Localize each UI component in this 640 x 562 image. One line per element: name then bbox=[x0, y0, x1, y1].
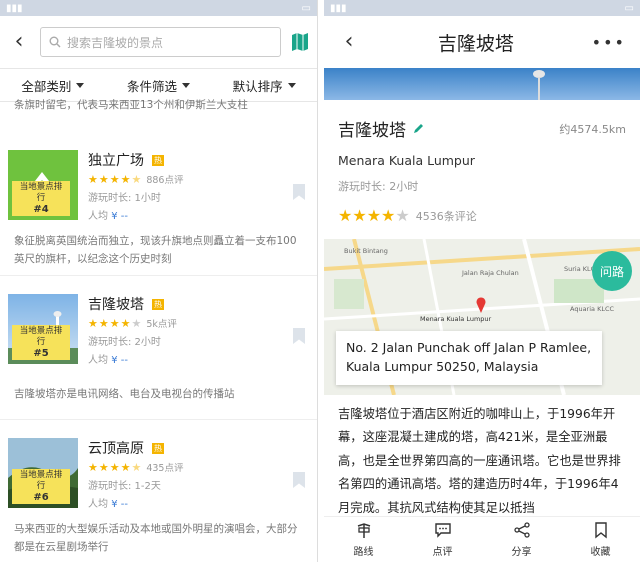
list-item[interactable]: 当地景点排行 #5 吉隆坡塔热 ★★★★★ 5k点评 游玩时长: 2小时 人均 ¥ … bbox=[0, 282, 317, 368]
back-icon[interactable]: ‹ bbox=[8, 31, 30, 53]
hot-badge: 热 bbox=[152, 442, 164, 454]
rank-badge: 当地景点排行 #4 bbox=[12, 181, 70, 216]
location-pin-icon bbox=[476, 297, 486, 313]
duration: 游玩时长: 1-2天 bbox=[88, 481, 161, 492]
status-bar: ▮▮▮ ▭ bbox=[0, 0, 317, 16]
filter-conditions[interactable]: 条件筛选 bbox=[127, 76, 190, 95]
duration: 游玩时长: 2小时 bbox=[338, 180, 419, 193]
rank-badge: 当地景点排行 #5 bbox=[12, 325, 70, 360]
price: 人均 ¥ -- bbox=[88, 499, 128, 510]
review-count: 4536条评论 bbox=[415, 209, 477, 223]
header-title: 吉隆坡塔 bbox=[437, 32, 514, 55]
map-label: Aquaria KLCC bbox=[570, 305, 615, 313]
tower-image bbox=[533, 70, 545, 100]
share-icon bbox=[513, 522, 530, 538]
attraction-name: 云顶高原 bbox=[88, 441, 144, 457]
attraction-description: 吉隆坡塔位于酒店区附近的咖啡山上，于1996年开幕，这座混凝土建成的塔，高421… bbox=[338, 407, 621, 515]
list-header: ‹ 搜索吉隆坡的景点 bbox=[0, 16, 317, 68]
tab-review[interactable]: 点评 bbox=[433, 521, 453, 558]
star-rating: ★★★★★ 435点评 bbox=[88, 461, 184, 474]
bottom-tab-bar: 路线 点评 分享 收藏 bbox=[324, 516, 640, 562]
location-map[interactable]: Jalan Raja Chulan Suria KLCC Aquaria KLC… bbox=[324, 239, 640, 395]
status-bar: ▮▮▮ ▭ bbox=[324, 0, 640, 16]
distance: 约4574.5km bbox=[559, 122, 626, 136]
duration: 游玩时长: 2小时 bbox=[88, 337, 161, 348]
search-placeholder: 搜索吉隆坡的景点 bbox=[67, 35, 164, 50]
ask-directions-button[interactable]: 问路 bbox=[592, 251, 632, 291]
filter-sort[interactable]: 默认排序 bbox=[233, 76, 296, 95]
edit-icon[interactable] bbox=[412, 123, 424, 135]
item-description: 象征脱离英国统治而独立，现该升旗地点则矗立着一支布100英尺的旗杆，以纪念这个历… bbox=[0, 224, 317, 276]
list-item[interactable]: 当地景点排行 #4 独立广场热 ★★★★★ 886点评 游玩时长: 1小时 人均 ¥… bbox=[0, 138, 317, 224]
attraction-thumbnail: 当地景点排行 #4 bbox=[8, 150, 78, 220]
star-rating: ★★★★★ 5k点评 bbox=[88, 317, 177, 330]
bookmark-icon bbox=[594, 522, 607, 539]
hot-badge: 热 bbox=[152, 154, 164, 166]
previous-item-description: 条旗时留宅，代表马来西亚13个州和伊斯兰大支柱 bbox=[14, 99, 248, 111]
rank-badge: 当地景点排行 #6 bbox=[12, 469, 70, 504]
route-icon bbox=[357, 523, 370, 538]
item-description: 吉隆坡塔亦是电讯网络、电台及电视台的传播站 bbox=[0, 368, 317, 420]
review-count: 5k点评 bbox=[146, 319, 177, 330]
detail-header: ‹ 吉隆坡塔 ••• bbox=[324, 16, 640, 68]
price: 人均 ¥ -- bbox=[88, 211, 128, 222]
more-icon[interactable]: ••• bbox=[592, 33, 626, 52]
price: 人均 ¥ -- bbox=[88, 355, 128, 366]
english-name: Menara Kuala Lumpur bbox=[338, 153, 475, 168]
hot-badge: 热 bbox=[152, 298, 164, 310]
attraction-list-screen: ▮▮▮ ▭ ‹ 搜索吉隆坡的景点 全部类别 条件筛选 默认排序 条旗时留宅，代表马… bbox=[0, 0, 318, 562]
tab-favorite[interactable]: 收藏 bbox=[591, 521, 611, 558]
item-description: 马来西亚的大型娱乐活动及本地或国外明星的演唱会，大部分都是在云星剧场举行 bbox=[14, 523, 298, 553]
map-pin-label: Menara Kuala Lumpur bbox=[420, 315, 492, 323]
star-rating: ★★★★ ★ 4536条评论 bbox=[338, 206, 477, 225]
cover-image[interactable] bbox=[324, 68, 640, 100]
back-icon[interactable]: ‹ bbox=[338, 31, 360, 53]
review-count: 886点评 bbox=[146, 175, 184, 186]
map-label: Jalan Raja Chulan bbox=[462, 269, 519, 277]
attraction-detail-screen: ▮▮▮ ▭ ‹ 吉隆坡塔 ••• 吉隆坡塔 约4574.5km Menara Ku… bbox=[324, 0, 640, 562]
filter-category[interactable]: 全部类别 bbox=[21, 76, 85, 95]
comment-icon bbox=[434, 523, 451, 538]
attraction-thumbnail: 当地景点排行 #6 bbox=[8, 438, 78, 508]
attraction-title: 吉隆坡塔 bbox=[338, 121, 406, 141]
address-card[interactable]: No. 2 Jalan Punchak off Jalan P Ramlee, … bbox=[336, 331, 602, 385]
list-item[interactable]: 当地景点排行 #6 云顶高原热 ★★★★★ 435点评 游玩时长: 1-2天 人均 … bbox=[0, 426, 317, 512]
search-icon bbox=[49, 36, 61, 48]
attraction-thumbnail: 当地景点排行 #5 bbox=[8, 294, 78, 364]
tab-share[interactable]: 分享 bbox=[512, 521, 532, 558]
tab-route[interactable]: 路线 bbox=[354, 521, 374, 558]
review-count: 435点评 bbox=[146, 463, 184, 474]
attraction-name: 吉隆坡塔 bbox=[88, 297, 144, 313]
star-rating: ★★★★★ 886点评 bbox=[88, 173, 184, 186]
search-input[interactable]: 搜索吉隆坡的景点 bbox=[40, 27, 281, 57]
map-label: Bukit Bintang bbox=[344, 247, 388, 255]
duration: 游玩时长: 1小时 bbox=[88, 193, 161, 204]
map-icon[interactable] bbox=[291, 32, 309, 52]
attraction-name: 独立广场 bbox=[88, 153, 144, 169]
